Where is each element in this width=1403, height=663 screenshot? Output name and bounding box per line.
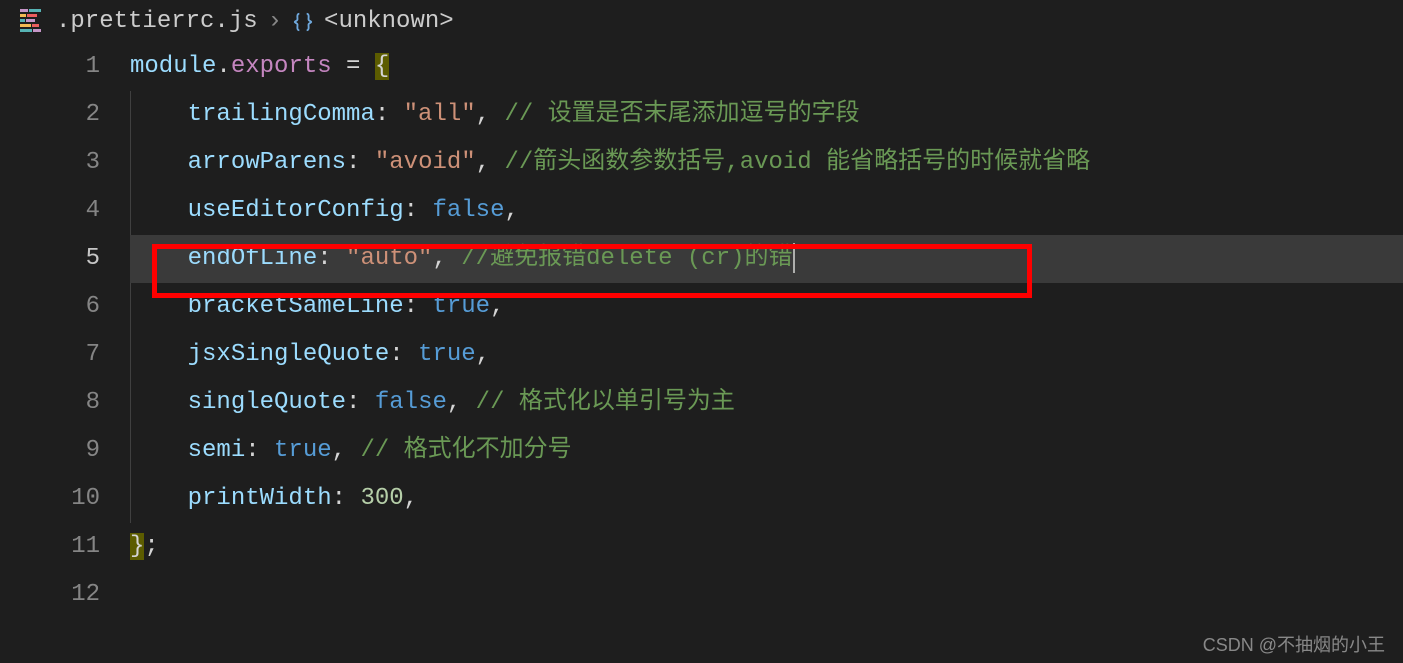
line-number: 10 bbox=[0, 475, 100, 523]
code-line[interactable]: arrowParens: "avoid", //箭头函数参数括号,avoid 能… bbox=[130, 139, 1403, 187]
code-line[interactable]: semi: true, // 格式化不加分号 bbox=[130, 427, 1403, 475]
code-line[interactable]: singleQuote: false, // 格式化以单引号为主 bbox=[130, 379, 1403, 427]
line-number: 9 bbox=[0, 427, 100, 475]
code-line[interactable]: trailingComma: "all", // 设置是否末尾添加逗号的字段 bbox=[130, 91, 1403, 139]
line-number: 3 bbox=[0, 139, 100, 187]
line-number: 1 bbox=[0, 43, 100, 91]
code-line[interactable]: jsxSingleQuote: true, bbox=[130, 331, 1403, 379]
code-line[interactable]: }; bbox=[130, 523, 1403, 571]
prettier-icon bbox=[20, 9, 46, 35]
watermark: CSDN @不抽烟的小王 bbox=[1203, 631, 1385, 657]
text-cursor bbox=[793, 243, 795, 273]
line-number: 8 bbox=[0, 379, 100, 427]
line-number: 6 bbox=[0, 283, 100, 331]
line-number: 11 bbox=[0, 523, 100, 571]
breadcrumb-symbol[interactable]: <unknown> bbox=[324, 8, 454, 35]
code-editor[interactable]: 1 2 3 4 5 6 7 8 9 10 11 12 module.export… bbox=[0, 43, 1403, 619]
code-line[interactable]: useEditorConfig: false, bbox=[130, 187, 1403, 235]
indent-guide bbox=[130, 91, 131, 523]
code-line[interactable]: printWidth: 300, bbox=[130, 475, 1403, 523]
breadcrumb[interactable]: .prettierrc.js › <unknown> bbox=[0, 0, 1403, 43]
line-number: 5 bbox=[0, 235, 100, 283]
chevron-right-icon: › bbox=[268, 8, 282, 35]
line-number: 12 bbox=[0, 571, 100, 619]
code-line[interactable] bbox=[130, 571, 1403, 619]
line-number: 4 bbox=[0, 187, 100, 235]
breadcrumb-file[interactable]: .prettierrc.js bbox=[56, 8, 258, 35]
line-number-gutter: 1 2 3 4 5 6 7 8 9 10 11 12 bbox=[0, 43, 130, 619]
line-number: 7 bbox=[0, 331, 100, 379]
code-line[interactable]: bracketSameLine: true, bbox=[130, 283, 1403, 331]
code-area[interactable]: module.exports = { trailingComma: "all",… bbox=[130, 43, 1403, 619]
line-number: 2 bbox=[0, 91, 100, 139]
object-icon bbox=[292, 11, 314, 33]
code-line[interactable]: module.exports = { bbox=[130, 43, 1403, 91]
code-line-active[interactable]: endOfLine: "auto", //避免报错delete (cr)的错 bbox=[130, 235, 1403, 283]
